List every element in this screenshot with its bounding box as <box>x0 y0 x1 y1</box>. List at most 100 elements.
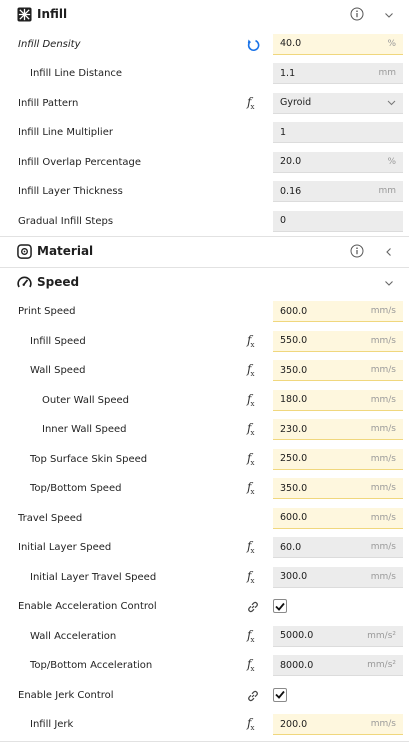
field-unit: mm/s <box>370 394 396 405</box>
info-icon[interactable] <box>350 244 364 258</box>
setting-initial-layer-travel-speed: Initial Layer Travel Speed fx 300.0 mm/s <box>0 563 409 593</box>
infill-density-field[interactable]: 40.0 % <box>273 33 403 55</box>
setting-enable-acceleration-control: Enable Acceleration Control <box>0 592 409 622</box>
function-icon[interactable]: fx <box>247 362 254 378</box>
setting-label: Infill Pattern <box>18 97 79 109</box>
setting-inner-wall-speed: Inner Wall Speed fx 230.0 mm/s <box>0 415 409 445</box>
category-infill[interactable]: Infill <box>0 0 409 30</box>
setting-label: Gradual Infill Steps <box>18 215 114 227</box>
field-unit: % <box>387 38 396 49</box>
setting-label: Infill Layer Thickness <box>18 186 123 197</box>
function-icon[interactable]: fx <box>247 657 254 673</box>
checkmark-icon <box>275 690 285 699</box>
print-speed-field[interactable]: 600.0 mm/s <box>273 301 403 322</box>
field-value: 0 <box>280 215 287 226</box>
setting-label: Travel Speed <box>18 512 83 524</box>
infill-speed-field[interactable]: 550.0 mm/s <box>273 330 403 352</box>
setting-wall-speed: Wall Speed fx 350.0 mm/s <box>0 356 409 386</box>
outer-wall-speed-field[interactable]: 180.0 mm/s <box>273 389 403 411</box>
top-surface-skin-speed-field[interactable]: 250.0 mm/s <box>273 448 403 470</box>
function-icon[interactable]: fx <box>247 392 254 408</box>
reset-icon[interactable] <box>246 38 260 52</box>
field-value: 230.0 <box>280 423 308 435</box>
setting-wall-acceleration: Wall Acceleration fx 5000.0 mm/s² <box>0 622 409 652</box>
field-value: 0.16 <box>280 185 302 197</box>
top-bottom-speed-field[interactable]: 350.0 mm/s <box>273 478 403 499</box>
chevron-down-icon[interactable] <box>384 10 394 20</box>
initial-layer-travel-speed-field[interactable]: 300.0 mm/s <box>273 566 403 588</box>
category-material[interactable]: Material <box>0 236 409 267</box>
field-unit: mm/s² <box>367 630 396 641</box>
field-value: 5000.0 <box>280 630 314 641</box>
infill-jerk-field[interactable]: 200.0 mm/s <box>273 714 403 735</box>
infill-line-distance-field[interactable]: 1.1 mm <box>273 63 403 84</box>
setting-infill-jerk: Infill Jerk fx 200.0 mm/s <box>0 710 409 740</box>
setting-label: Infill Line Distance <box>30 68 123 79</box>
function-icon[interactable]: fx <box>247 628 254 644</box>
setting-label: Initial Layer Speed <box>18 542 112 553</box>
enable-jerk-control-checkbox[interactable] <box>273 687 287 702</box>
info-icon[interactable] <box>350 7 364 21</box>
initial-layer-speed-field[interactable]: 60.0 mm/s <box>273 537 403 558</box>
field-value: 1.1 <box>280 67 296 79</box>
function-icon[interactable]: fx <box>247 421 254 437</box>
wall-acceleration-field[interactable]: 5000.0 mm/s² <box>273 625 403 647</box>
setting-label: Top Surface Skin Speed <box>30 453 148 465</box>
wall-speed-field[interactable]: 350.0 mm/s <box>273 360 403 381</box>
category-label-material: Material <box>37 244 94 258</box>
setting-infill-pattern: Infill Pattern fx Gyroid <box>0 89 409 119</box>
field-value: Gyroid <box>280 97 312 108</box>
field-unit: mm <box>378 68 396 78</box>
field-unit: % <box>387 156 396 167</box>
function-icon[interactable]: fx <box>247 539 254 555</box>
infill-line-multiplier-field[interactable]: 1 <box>273 122 403 143</box>
setting-label: Enable Jerk Control <box>18 689 114 701</box>
category-label-infill: Infill <box>37 7 68 21</box>
setting-infill-density: Infill Density 40.0 % <box>0 30 409 60</box>
setting-initial-layer-speed: Initial Layer Speed fx 60.0 mm/s <box>0 533 409 563</box>
field-unit: mm/s <box>370 365 396 375</box>
function-icon[interactable]: fx <box>247 333 254 349</box>
function-icon[interactable]: fx <box>247 451 254 467</box>
inner-wall-speed-field[interactable]: 230.0 mm/s <box>273 419 403 440</box>
field-unit: mm/s <box>370 424 396 434</box>
setting-label: Infill Jerk <box>30 719 74 730</box>
field-value: 180.0 <box>280 394 308 405</box>
field-unit: mm/s² <box>367 660 396 670</box>
field-value: 250.0 <box>280 453 308 464</box>
setting-label: Top/Bottom Acceleration <box>30 660 153 671</box>
chevron-down-icon[interactable] <box>384 278 394 288</box>
infill-pattern-select[interactable]: Gyroid <box>273 92 403 114</box>
setting-label: Outer Wall Speed <box>42 394 130 406</box>
chevron-left-icon[interactable] <box>384 247 394 257</box>
gradual-infill-steps-field[interactable]: 0 <box>273 210 403 232</box>
setting-infill-layer-thickness: Infill Layer Thickness 0.16 mm <box>0 177 409 207</box>
setting-label: Inner Wall Speed <box>42 424 127 435</box>
setting-outer-wall-speed: Outer Wall Speed fx 180.0 mm/s <box>0 386 409 416</box>
function-icon[interactable]: fx <box>247 480 254 496</box>
link-icon[interactable] <box>246 689 260 703</box>
travel-speed-field[interactable]: 600.0 mm/s <box>273 507 403 529</box>
setting-top-bottom-acceleration: Top/Bottom Acceleration fx 8000.0 mm/s² <box>0 651 409 681</box>
infill-layer-thickness-field[interactable]: 0.16 mm <box>273 181 403 202</box>
link-icon[interactable] <box>246 600 260 614</box>
function-icon[interactable]: fx <box>247 569 254 585</box>
setting-top-surface-skin-speed: Top Surface Skin Speed fx 250.0 mm/s <box>0 445 409 475</box>
setting-gradual-infill-steps: Gradual Infill Steps 0 <box>0 207 409 237</box>
setting-infill-speed: Infill Speed fx 550.0 mm/s <box>0 327 409 357</box>
category-speed[interactable]: Speed <box>0 266 409 298</box>
field-unit: mm/s <box>370 719 396 729</box>
top-bottom-acceleration-field[interactable]: 8000.0 mm/s² <box>273 655 403 676</box>
field-value: 350.0 <box>280 364 308 376</box>
function-icon[interactable]: fx <box>247 716 254 732</box>
setting-label: Top/Bottom Speed <box>30 483 122 494</box>
infill-category-icon <box>17 7 32 22</box>
field-value: 40.0 <box>280 38 302 49</box>
checkmark-icon <box>275 602 285 611</box>
function-icon[interactable]: fx <box>247 95 254 111</box>
setting-infill-line-distance: Infill Line Distance 1.1 mm <box>0 59 409 89</box>
infill-overlap-field[interactable]: 20.0 % <box>273 151 403 173</box>
setting-label: Initial Layer Travel Speed <box>30 571 157 583</box>
enable-acceleration-control-checkbox[interactable] <box>273 599 287 613</box>
setting-enable-jerk-control: Enable Jerk Control <box>0 681 409 711</box>
